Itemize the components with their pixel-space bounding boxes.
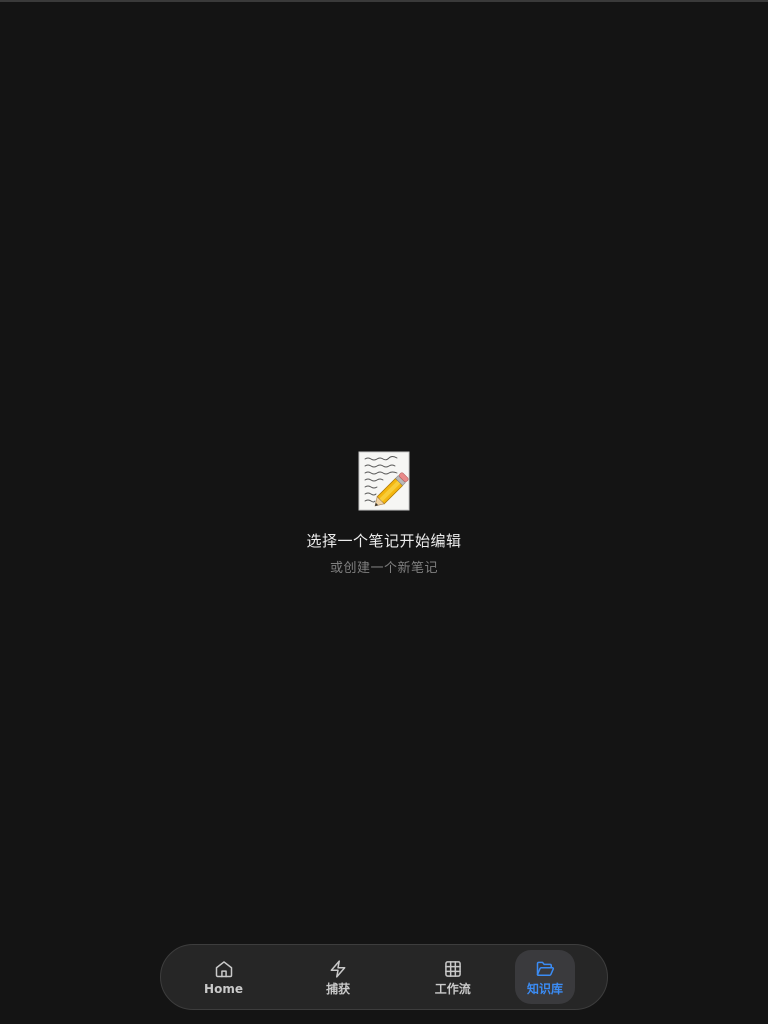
nav-label-workflow: 工作流 [434,981,471,996]
nav-item-workflow[interactable]: 工作流 [400,950,505,1004]
empty-state: 选择一个笔记开始编辑 或创建一个新笔记 [0,451,768,578]
nav-label-capture: 捕获 [326,981,351,996]
folder-open-icon [536,961,555,976]
nav-item-capture[interactable]: 捕获 [286,950,391,1004]
bottom-nav: Home 捕获 工作流 知识库 [160,944,608,1010]
home-icon [215,960,232,977]
nav-label-home: Home [204,981,243,996]
nav-label-knowledge-base: 知识库 [526,981,563,996]
nav-item-home[interactable]: Home [171,950,276,1004]
memo-pencil-icon [358,451,410,511]
grid-icon [444,960,461,977]
empty-state-title: 选择一个笔记开始编辑 [306,532,462,550]
lightning-icon [330,959,346,978]
empty-state-subtitle: 或创建一个新笔记 [329,561,438,576]
app-root: 选择一个笔记开始编辑 或创建一个新笔记 Home 捕获 工作流 知识库 [0,0,768,1024]
nav-item-knowledge-base[interactable]: 知识库 [514,950,575,1004]
